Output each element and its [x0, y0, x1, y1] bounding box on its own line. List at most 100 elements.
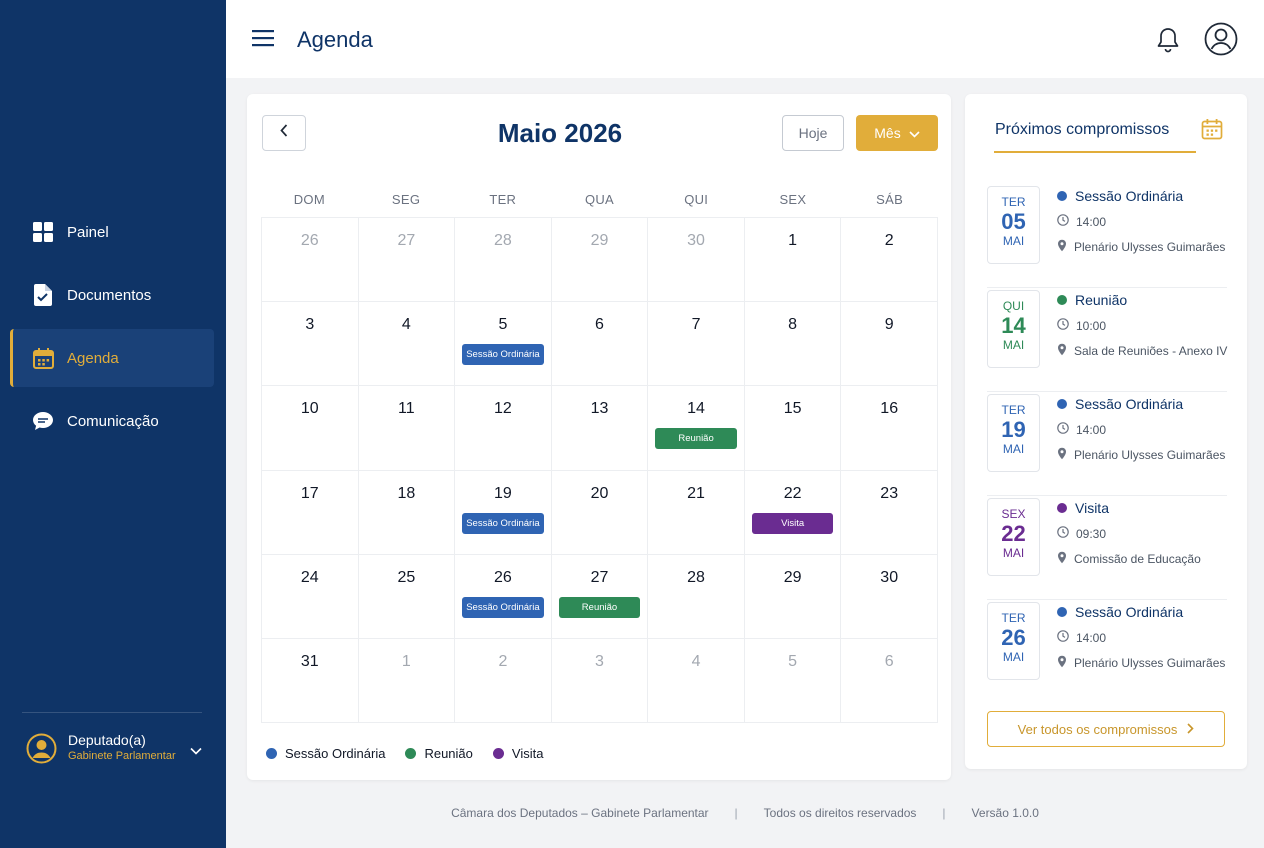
day-number: 4	[401, 316, 411, 334]
day-cell[interactable]: 2	[841, 218, 938, 303]
user-name: Deputado(a)	[68, 732, 146, 748]
day-cell[interactable]: 4	[648, 638, 745, 724]
sidebar-item-painel[interactable]: Painel	[10, 203, 214, 261]
day-cell[interactable]: 3	[262, 302, 359, 387]
day-cell[interactable]: 15	[744, 386, 842, 471]
day-cell[interactable]: 12	[455, 386, 552, 471]
day-cell[interactable]: 27	[358, 218, 456, 303]
today-button[interactable]: Hoje	[782, 115, 844, 151]
upcoming-event-name: Sessão Ordinária	[1075, 604, 1184, 620]
date-month: MAI	[1002, 650, 1025, 664]
day-cell[interactable]: 3	[551, 638, 649, 724]
day-cell[interactable]: 1	[744, 218, 842, 303]
event-type-dot	[1057, 295, 1067, 305]
sidebar-nav: Painel Documentos Agenda Comunicação	[10, 203, 214, 455]
bell-icon[interactable]	[1156, 27, 1180, 53]
sidebar-item-documentos[interactable]: Documentos	[10, 266, 214, 324]
day-cell[interactable]: 24	[262, 554, 359, 639]
day-cell[interactable]: 10	[262, 386, 359, 471]
day-cell[interactable]: 4	[358, 302, 456, 387]
day-number: 1	[788, 232, 798, 249]
day-cell[interactable]: 6	[841, 638, 938, 724]
upcoming-item[interactable]: TER 19 MAI Sessão Ordinária 14:00 Plenário Ul…	[987, 392, 1227, 496]
day-cell[interactable]: 5 Sessão Ordinária	[455, 302, 552, 387]
menu-icon[interactable]	[252, 28, 274, 50]
day-cell[interactable]: 29	[744, 554, 842, 639]
day-cell[interactable]: 28	[455, 218, 552, 303]
day-cell[interactable]: 5	[744, 638, 842, 724]
view-selector-label: Mês	[874, 125, 901, 141]
upcoming-event-name: Sessão Ordinária	[1075, 396, 1184, 412]
day-cell[interactable]: 14 Reunião	[648, 386, 745, 471]
date-day: 26	[1001, 625, 1026, 650]
date-box: TER 05 MAI	[987, 186, 1040, 264]
day-cell[interactable]: 7	[648, 302, 745, 387]
day-cell[interactable]: 26 Sessão Ordinária	[455, 554, 552, 639]
sidebar-item-agenda[interactable]: Agenda	[10, 329, 214, 387]
day-cell[interactable]: 30	[648, 218, 745, 303]
document-icon	[32, 284, 54, 306]
day-cell[interactable]: 13	[551, 386, 649, 471]
upcoming-item[interactable]: SEX 22 MAI Visita 09:30 Comissão de Educação	[987, 496, 1227, 600]
day-number: 16	[880, 400, 899, 418]
day-cell[interactable]: 31	[262, 638, 359, 724]
day-cell[interactable]: 30	[841, 554, 938, 639]
day-cell[interactable]: 20	[551, 470, 649, 555]
day-number: 10	[300, 400, 319, 418]
sidebar-item-comunicacao[interactable]: Comunicação	[10, 392, 214, 450]
clock-icon	[1057, 318, 1076, 333]
date-month: MAI	[1002, 234, 1025, 248]
day-cell[interactable]: 8	[744, 302, 842, 387]
day-cell[interactable]: 1	[358, 638, 456, 724]
upcoming-time: 10:00	[1057, 318, 1237, 333]
profile-icon[interactable]	[1204, 22, 1238, 56]
weekday-label: TER	[489, 192, 517, 207]
day-cell[interactable]: 16	[841, 386, 938, 471]
legend-item-sessao: Sessão Ordinária	[266, 746, 385, 761]
upcoming-info: Visita 09:30 Comissão de Educação	[1057, 500, 1237, 567]
upcoming-location: Plenário Ulysses Guimarães	[1057, 447, 1237, 463]
day-cell[interactable]: 17	[262, 470, 359, 555]
day-cell[interactable]: 11	[358, 386, 456, 471]
view-selector-button[interactable]: Mês	[856, 115, 938, 151]
day-cell[interactable]: 22 Visita	[744, 470, 842, 555]
upcoming-location: Plenário Ulysses Guimarães	[1057, 239, 1237, 255]
calendar-icon	[32, 347, 54, 369]
location-pin-icon	[1057, 655, 1074, 671]
upcoming-item[interactable]: TER 05 MAI Sessão Ordinária 14:00 Plenário Ul…	[987, 184, 1227, 288]
day-cell[interactable]: 9	[841, 302, 938, 387]
day-cell[interactable]: 18	[358, 470, 456, 555]
user-menu[interactable]: Deputado(a) Gabinete Parlamentar	[26, 732, 206, 764]
event-chip-reuniao[interactable]: Reunião	[655, 428, 737, 450]
day-number: 27	[397, 232, 416, 249]
day-cell[interactable]: 21	[648, 470, 745, 555]
day-number: 28	[494, 232, 512, 249]
chat-icon	[32, 410, 54, 432]
event-chip-sessao[interactable]: Sessão Ordinária	[462, 344, 544, 366]
day-cell[interactable]: 6	[551, 302, 649, 387]
event-chip-visita[interactable]: Visita	[751, 512, 834, 534]
day-cell[interactable]: 19 Sessão Ordinária	[455, 470, 552, 555]
date-day: 14	[1001, 313, 1026, 338]
sidebar-item-label: Painel	[67, 223, 109, 241]
day-cell[interactable]: 28	[648, 554, 745, 639]
day-cell[interactable]: 27 Reunião	[551, 554, 649, 639]
upcoming-item[interactable]: TER 26 MAI Sessão Ordinária 14:00 Plenário Ul…	[987, 600, 1227, 704]
upcoming-item[interactable]: QUI 14 MAI Reunião 10:00 Sala de Reuniões - A…	[987, 288, 1227, 392]
event-chip-sessao[interactable]: Sessão Ordinária	[462, 512, 544, 534]
location-text: Plenário Ulysses Guimarães	[1074, 240, 1226, 254]
day-cell[interactable]: 2	[455, 638, 552, 724]
event-chip-reuniao[interactable]: Reunião	[558, 596, 641, 618]
footer: Câmara dos Deputados – Gabinete Parlamen…	[226, 806, 1264, 820]
date-day: 22	[1001, 521, 1026, 546]
event-chip-sessao[interactable]: Sessão Ordinária	[462, 596, 544, 618]
time-text: 09:30	[1076, 526, 1107, 541]
day-number: 15	[783, 400, 802, 418]
legend-dot	[266, 748, 277, 759]
location-pin-icon	[1057, 447, 1074, 463]
see-all-appointments-button[interactable]: Ver todos os compromissos	[987, 711, 1225, 747]
day-cell[interactable]: 29	[551, 218, 649, 303]
day-cell[interactable]: 26	[262, 218, 359, 303]
day-cell[interactable]: 23	[841, 470, 938, 555]
day-cell[interactable]: 25	[358, 554, 456, 639]
